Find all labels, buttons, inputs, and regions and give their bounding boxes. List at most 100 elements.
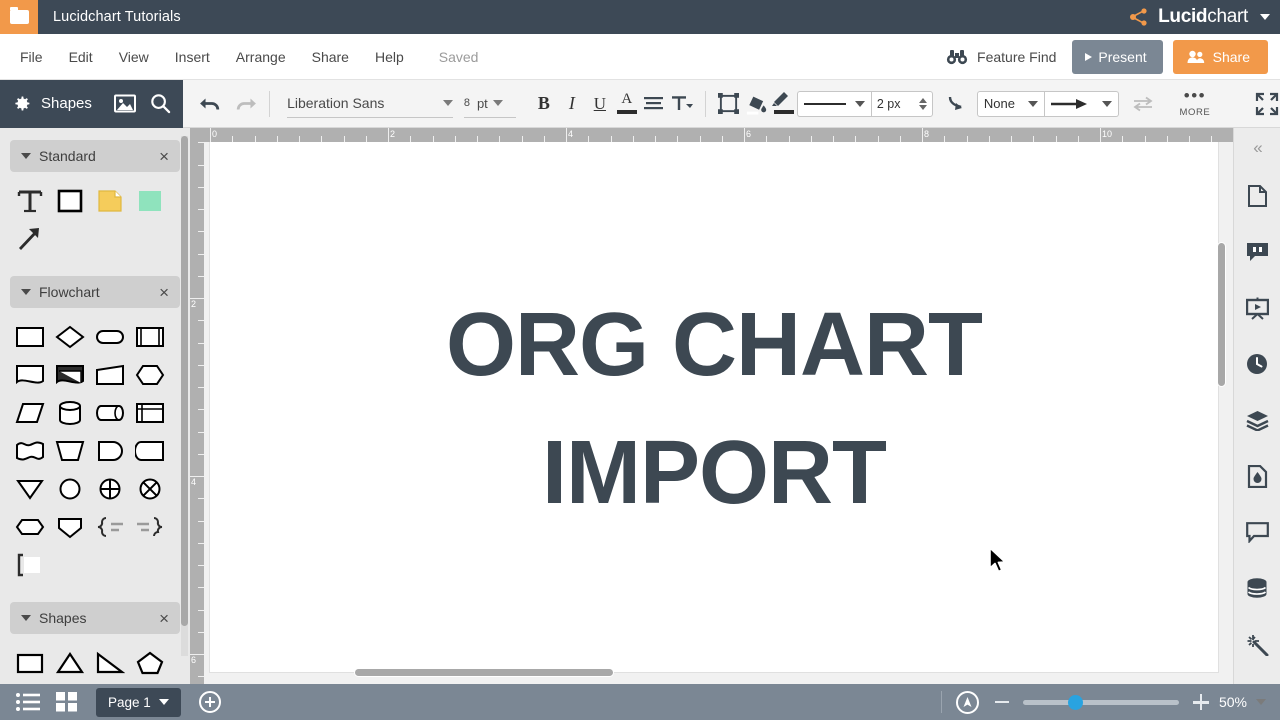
text-align-button[interactable] bbox=[640, 90, 668, 118]
shape-data[interactable] bbox=[10, 394, 50, 432]
rail-item-presentation[interactable] bbox=[1234, 280, 1280, 336]
zoom-in-button[interactable] bbox=[1192, 694, 1209, 710]
menu-item-arrange[interactable]: Arrange bbox=[223, 43, 299, 71]
font-size-select[interactable]: 8 pt bbox=[463, 90, 516, 118]
shape-preparation[interactable] bbox=[130, 356, 170, 394]
vertical-ruler[interactable]: 2 4 6 bbox=[190, 142, 204, 684]
shape-triangle[interactable] bbox=[50, 644, 90, 682]
zoom-out-button[interactable] bbox=[994, 700, 1009, 704]
rail-item-history[interactable] bbox=[1234, 336, 1280, 392]
shape-border-button[interactable] bbox=[715, 90, 743, 118]
folder-icon[interactable] bbox=[0, 0, 38, 34]
rail-item-notes[interactable] bbox=[1234, 224, 1280, 280]
shape-pentagon[interactable] bbox=[130, 644, 170, 682]
stepper-arrows[interactable] bbox=[918, 97, 927, 110]
rail-item-theme[interactable] bbox=[1234, 448, 1280, 504]
navigate-button[interactable] bbox=[955, 690, 979, 714]
image-icon[interactable] bbox=[114, 94, 137, 113]
font-family-select[interactable]: Liberation Sans bbox=[287, 90, 453, 118]
shape-multi-document[interactable] bbox=[50, 356, 90, 394]
close-icon[interactable]: × bbox=[159, 148, 169, 165]
text-options-button[interactable] bbox=[668, 90, 696, 118]
menu-item-view[interactable]: View bbox=[106, 43, 162, 71]
zoom-level-label[interactable]: 50% bbox=[1219, 694, 1247, 710]
shape-basic-rectangle[interactable] bbox=[10, 644, 50, 682]
menu-item-share[interactable]: Share bbox=[299, 43, 362, 71]
shape-direct-data[interactable] bbox=[90, 394, 130, 432]
close-icon[interactable]: × bbox=[159, 284, 169, 301]
shape-sort[interactable] bbox=[50, 508, 90, 546]
undo-button[interactable] bbox=[197, 90, 225, 118]
menu-item-edit[interactable]: Edit bbox=[56, 43, 106, 71]
shape-annotation-left[interactable] bbox=[130, 508, 170, 546]
italic-button[interactable]: I bbox=[558, 90, 586, 118]
rail-item-comments[interactable] bbox=[1234, 504, 1280, 560]
shape-arrow-line[interactable] bbox=[10, 220, 50, 258]
document-title[interactable]: Lucidchart Tutorials bbox=[53, 9, 181, 25]
menu-item-file[interactable]: File bbox=[7, 43, 56, 71]
line-jump-button[interactable] bbox=[942, 90, 970, 118]
swap-endpoints-button[interactable] bbox=[1129, 90, 1157, 118]
shape-or[interactable] bbox=[90, 470, 130, 508]
shape-green-square[interactable] bbox=[130, 182, 170, 220]
font-color-button[interactable]: A bbox=[614, 90, 640, 118]
line-style-select[interactable] bbox=[796, 90, 871, 117]
chevron-down-icon[interactable] bbox=[21, 615, 31, 621]
canvas-scroll-region[interactable]: ORG CHART IMPORT bbox=[204, 142, 1233, 684]
shape-decision[interactable] bbox=[50, 318, 90, 356]
grid-view-button[interactable] bbox=[56, 692, 78, 712]
line-color-button[interactable] bbox=[771, 90, 797, 118]
lucidchart-brand[interactable]: Lucidchart bbox=[1129, 6, 1280, 28]
shape-text[interactable] bbox=[10, 182, 50, 220]
zoom-slider-thumb[interactable] bbox=[1067, 694, 1083, 710]
close-icon[interactable]: × bbox=[159, 610, 169, 627]
chevron-down-icon[interactable] bbox=[1260, 14, 1270, 20]
collapse-rail-button[interactable]: « bbox=[1234, 128, 1280, 168]
shape-manual-input[interactable] bbox=[90, 356, 130, 394]
shape-bracket-note[interactable] bbox=[10, 546, 50, 584]
scrollbar-thumb[interactable] bbox=[181, 136, 188, 626]
shape-paper-tape[interactable] bbox=[10, 432, 50, 470]
shape-document[interactable] bbox=[10, 356, 50, 394]
diagram-page[interactable]: ORG CHART IMPORT bbox=[210, 142, 1218, 672]
shape-group-header-standard[interactable]: Standard × bbox=[10, 140, 180, 172]
shape-group-header-shapes[interactable]: Shapes × bbox=[10, 602, 180, 634]
menu-item-help[interactable]: Help bbox=[362, 43, 417, 71]
shape-sticky-note[interactable] bbox=[90, 182, 130, 220]
line-end-endpoint-select[interactable] bbox=[1044, 90, 1119, 117]
rail-item-page[interactable] bbox=[1234, 168, 1280, 224]
line-start-endpoint-select[interactable]: None bbox=[976, 90, 1045, 117]
shape-right-triangle[interactable] bbox=[90, 644, 130, 682]
canvas-title-text[interactable]: ORG CHART IMPORT bbox=[210, 282, 1218, 538]
rail-item-data[interactable] bbox=[1234, 560, 1280, 616]
menu-item-insert[interactable]: Insert bbox=[162, 43, 223, 71]
fullscreen-button[interactable] bbox=[1253, 90, 1280, 118]
more-options-button[interactable]: ••• MORE bbox=[1171, 83, 1219, 125]
canvas-horizontal-scrollbar[interactable] bbox=[354, 668, 614, 677]
shape-predefined-process[interactable] bbox=[130, 318, 170, 356]
chevron-down-icon[interactable] bbox=[21, 289, 31, 295]
canvas-vertical-scrollbar[interactable] bbox=[1217, 242, 1226, 387]
search-icon[interactable] bbox=[150, 93, 171, 114]
zoom-slider[interactable] bbox=[1022, 694, 1179, 710]
feature-find-button[interactable]: Feature Find bbox=[946, 49, 1056, 65]
shape-extract[interactable] bbox=[10, 508, 50, 546]
rail-item-magic[interactable] bbox=[1234, 616, 1280, 672]
underline-button[interactable]: U bbox=[586, 90, 614, 118]
shape-summing-junction[interactable] bbox=[130, 470, 170, 508]
shape-delay[interactable] bbox=[90, 432, 130, 470]
horizontal-ruler[interactable]: 0 2 4 6 8 10 bbox=[190, 128, 1233, 142]
redo-button[interactable] bbox=[231, 90, 259, 118]
shape-terminator[interactable] bbox=[90, 318, 130, 356]
gear-icon[interactable] bbox=[11, 93, 32, 114]
present-button[interactable]: Present bbox=[1072, 39, 1163, 74]
shape-internal-storage[interactable] bbox=[130, 394, 170, 432]
share-button[interactable]: Share bbox=[1172, 39, 1268, 74]
chevron-down-icon[interactable] bbox=[21, 153, 31, 159]
shape-rectangle[interactable] bbox=[50, 182, 90, 220]
shape-database[interactable] bbox=[50, 394, 90, 432]
list-view-button[interactable] bbox=[16, 693, 40, 711]
shape-connector[interactable] bbox=[50, 470, 90, 508]
chevron-down-icon[interactable] bbox=[1256, 699, 1266, 705]
fill-color-button[interactable] bbox=[743, 90, 771, 118]
